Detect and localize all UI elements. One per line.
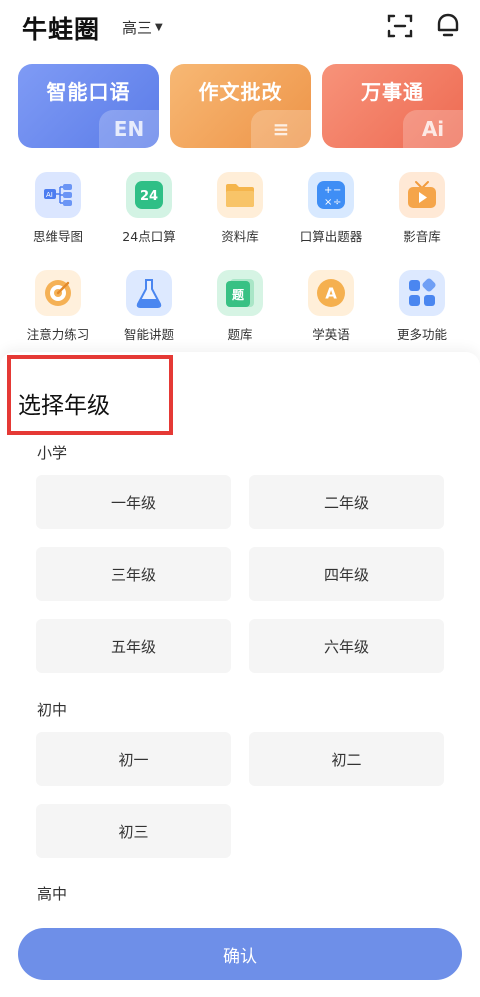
- grade-option-6[interactable]: 六年级: [249, 619, 444, 673]
- app-title: 牛蛙圈: [22, 15, 101, 44]
- tool-label: 注意力练习: [26, 327, 90, 342]
- tool-label: 口算出题器: [299, 229, 363, 244]
- tool-label: 资料库: [221, 229, 259, 244]
- section-label-senior: 高中: [37, 885, 68, 903]
- app-header: 牛蛙圈 高三 ▼: [0, 0, 480, 58]
- card-label: 智能口语: [46, 80, 131, 104]
- target-icon: [35, 270, 81, 316]
- ai-badge-icon: Ai: [403, 110, 463, 148]
- english-icon: A: [308, 270, 354, 316]
- tool-attention-practice[interactable]: 注意力练习: [10, 270, 106, 343]
- grade-dropdown-value: 高三: [122, 19, 153, 37]
- grade-option-5[interactable]: 五年级: [36, 619, 231, 673]
- svg-text:AI: AI: [46, 191, 53, 199]
- document-lines-icon: ≡: [251, 110, 311, 148]
- flask-icon: [126, 270, 172, 316]
- tool-label: 更多功能: [396, 327, 447, 342]
- svg-text:×: ×: [324, 197, 332, 208]
- tool-media-library[interactable]: 影音库: [374, 172, 470, 245]
- 24-points-icon: 24: [126, 172, 172, 218]
- svg-text:24: 24: [140, 189, 158, 204]
- tool-more-features[interactable]: 更多功能: [374, 270, 470, 343]
- grade-dropdown[interactable]: 高三 ▼: [122, 17, 163, 38]
- tool-label: 影音库: [403, 229, 441, 244]
- caret-down-icon: ▼: [155, 22, 163, 33]
- en-badge-icon: EN: [99, 110, 159, 148]
- tool-resource-library[interactable]: 资料库: [192, 172, 288, 245]
- grade-option-1[interactable]: 一年级: [36, 475, 231, 529]
- grade-option-junior-1[interactable]: 初一: [36, 732, 231, 786]
- calculator-icon: + − × ÷: [308, 172, 354, 218]
- tool-arithmetic-generator[interactable]: + − × ÷ 口算出题器: [283, 172, 379, 245]
- grade-option-junior-2[interactable]: 初二: [249, 732, 444, 786]
- highlight-box: [7, 355, 173, 435]
- svg-text:题: 题: [232, 288, 245, 302]
- section-label-junior: 初中: [37, 701, 68, 719]
- tool-learn-english[interactable]: A 学英语: [283, 270, 379, 343]
- feature-cards: 智能口语 EN 作文批改 ≡ 万事通 Ai: [18, 64, 464, 148]
- svg-text:A: A: [325, 285, 337, 303]
- notification-bell-icon[interactable]: [434, 12, 462, 40]
- question-bank-icon: 题: [217, 270, 263, 316]
- tool-label: 24点口算: [122, 229, 176, 244]
- card-label: 万事通: [361, 80, 424, 104]
- card-smart-speaking[interactable]: 智能口语 EN: [18, 64, 159, 148]
- section-label-primary: 小学: [37, 444, 68, 462]
- grade-option-3[interactable]: 三年级: [36, 547, 231, 601]
- mind-map-icon: AI: [35, 172, 81, 218]
- tool-label: 题库: [227, 327, 253, 342]
- folder-icon: [217, 172, 263, 218]
- tool-label: 智能讲题: [123, 327, 174, 342]
- svg-text:+: +: [324, 185, 332, 196]
- grade-option-junior-3[interactable]: 初三: [36, 804, 231, 858]
- card-know-it-all[interactable]: 万事通 Ai: [322, 64, 463, 148]
- tool-24-points[interactable]: 24 24点口算: [101, 172, 197, 245]
- tool-label: 思维导图: [32, 229, 83, 244]
- card-label: 作文批改: [198, 80, 283, 104]
- scan-icon[interactable]: [386, 12, 414, 40]
- more-apps-icon: [399, 270, 445, 316]
- svg-text:÷: ÷: [333, 197, 341, 208]
- card-essay-grading[interactable]: 作文批改 ≡: [170, 64, 311, 148]
- tool-label: 学英语: [312, 327, 350, 342]
- svg-text:−: −: [333, 185, 341, 196]
- tool-question-bank[interactable]: 题 题库: [192, 270, 288, 343]
- grade-selector-sheet: 选择年级 小学 一年级 二年级 三年级 四年级 五年级 六年级 初中 初一 初二…: [0, 352, 480, 997]
- tool-mind-map[interactable]: AI 思维导图: [10, 172, 106, 245]
- confirm-button[interactable]: 确认: [18, 928, 462, 980]
- grade-option-4[interactable]: 四年级: [249, 547, 444, 601]
- grade-option-2[interactable]: 二年级: [249, 475, 444, 529]
- tool-smart-explanation[interactable]: 智能讲题: [101, 270, 197, 343]
- tv-icon: [399, 172, 445, 218]
